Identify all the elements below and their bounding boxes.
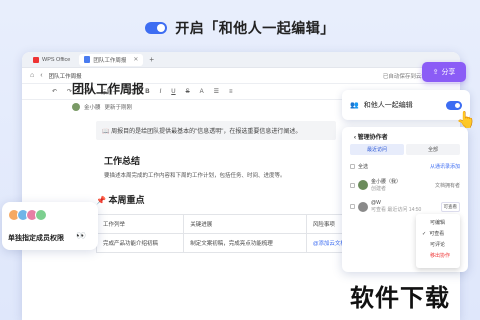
doc-title-bar: 团队工作周报 xyxy=(48,73,82,80)
section-text: 要描述本周完成的工作内容和下周的工作计划，包括任务、时间、进度等。 xyxy=(104,173,286,179)
collab-switch[interactable] xyxy=(446,100,462,110)
share-icon: ⇪ xyxy=(432,69,439,76)
member-permission-label: 单独指定成员权限 xyxy=(8,235,64,242)
table-cell: 制定文案初稿，完成亮点功能梳理 xyxy=(183,233,307,253)
select-all-label: 全选 xyxy=(358,164,369,170)
member-checkbox[interactable] xyxy=(350,182,355,188)
member-info: 金小腰（我） 创建者 xyxy=(371,178,401,192)
section-heading: 工作总结 xyxy=(104,156,141,166)
panel-tabs: 最近访问 全部 xyxy=(350,144,460,155)
tab-label: WPS Office xyxy=(42,56,71,63)
author-avatar xyxy=(72,103,80,111)
member-permission: 文档拥有者 xyxy=(434,182,460,189)
table-header-row: 工作列举 关键进展 风险事项 xyxy=(95,214,367,234)
share-button[interactable]: ⇪ 分享 xyxy=(422,62,466,82)
quote-block: 📖 周报目的是给团队提供最基本的"信息透明"，在报选重要信息进行阐述。 xyxy=(96,121,336,140)
table-row: 完成产品功能介绍初稿 制定文案初稿，完成亮点功能梳理 @添加云文档 xyxy=(95,233,367,253)
panel-title: ‹ 管理协作者 xyxy=(354,135,388,141)
menu-item-edit[interactable]: 可编辑 xyxy=(416,217,460,228)
feature-banner: 开启「和他人一起编辑」 xyxy=(0,18,480,38)
add-tab-icon[interactable]: + xyxy=(149,55,154,64)
list-item: @W 可查看 最近访问 14:50 可查看 xyxy=(342,200,468,213)
avatar xyxy=(35,209,47,221)
menu-item-comment[interactable]: 可评论 xyxy=(416,239,460,250)
tab-wps-office[interactable]: WPS Office xyxy=(28,54,75,66)
author-line: 金小腰 更新于刚刚 xyxy=(72,103,372,111)
table-header: 工作列举 xyxy=(95,214,185,234)
watermark: 软件下载 xyxy=(350,285,450,312)
select-all-row: 全选 从通讯录添加 xyxy=(342,163,468,170)
member-info: @W 可查看 最近访问 14:50 xyxy=(371,200,421,213)
table-header: 关键进展 xyxy=(183,214,307,234)
tab-weekly-report[interactable]: 团队工作周报 ✕ xyxy=(79,53,144,66)
member-role: 创建者 xyxy=(371,186,387,192)
collab-toggle-icon[interactable] xyxy=(145,22,168,34)
collab-label: 和他人一起编辑 xyxy=(363,102,413,109)
avatar-group xyxy=(8,209,47,221)
book-icon: 📖 xyxy=(102,129,112,135)
people-icon: 👥 xyxy=(350,102,359,109)
work-table: 工作列举 关键进展 风险事项 完成产品功能介绍初稿 制定文案初稿，完成亮点功能梳… xyxy=(95,214,367,253)
select-all-checkbox[interactable] xyxy=(350,164,355,169)
member-name: 金小腰（我） xyxy=(371,179,402,185)
save-status: 已自动保存到云端 xyxy=(382,73,427,80)
avatar xyxy=(358,180,368,190)
add-from-contacts-link[interactable]: 从通讯录添加 xyxy=(430,163,460,170)
document-icon xyxy=(84,56,91,63)
avatar xyxy=(358,201,368,212)
close-icon[interactable]: ✕ xyxy=(133,56,138,63)
member-meta: 可查看 最近访问 14:50 xyxy=(371,207,422,213)
quote-text: 周报目的是给团队提供最基本的"信息透明"，在报选重要信息进行阐述。 xyxy=(111,129,302,135)
permission-dropdown: 可编辑 可查看 可评论 移出协作 xyxy=(416,214,460,268)
doc-title: 团队工作周报 xyxy=(72,82,145,96)
member-permission-card: 单独指定成员权限 👀 xyxy=(2,202,98,250)
collab-toggle-card: 👥 和他人一起编辑 xyxy=(342,90,470,120)
back-icon[interactable]: ‹ xyxy=(40,72,42,79)
tab-bar: WPS Office 团队工作周报 ✕ + xyxy=(22,52,460,68)
tab-all[interactable]: 全部 xyxy=(406,144,460,155)
document-body: 团队工作周报 金小腰 更新于刚刚 📖 周报目的是给团队提供最基本的"信息透明"，… xyxy=(72,80,372,253)
share-label: 分享 xyxy=(441,69,456,76)
section-heading-text: 本周重点 xyxy=(108,195,145,205)
wps-logo-icon xyxy=(33,56,39,63)
undo-icon[interactable]: ↶ xyxy=(52,88,57,95)
banner-text: 开启「和他人一起编辑」 xyxy=(175,20,335,36)
menu-item-remove[interactable]: 移出协作 xyxy=(416,250,460,261)
update-time: 更新于刚刚 xyxy=(104,105,133,111)
section-heading-2: 📌 本周重点 xyxy=(96,193,372,206)
pin-icon: 📌 xyxy=(96,196,106,205)
list-item: 金小腰（我） 创建者 文档拥有者 xyxy=(342,178,468,192)
author-name: 金小腰 xyxy=(84,105,101,111)
tab-recent[interactable]: 最近访问 xyxy=(350,144,404,155)
home-icon[interactable]: ⌂ xyxy=(30,72,34,79)
eyes-icon: 👀 xyxy=(76,231,86,240)
table-cell: 完成产品功能介绍初稿 xyxy=(95,233,185,253)
tab-label: 团队工作周报 xyxy=(93,57,127,64)
member-checkbox[interactable] xyxy=(350,204,355,209)
permission-select[interactable]: 可查看 xyxy=(440,201,460,212)
menu-item-view[interactable]: 可查看 xyxy=(416,228,460,239)
